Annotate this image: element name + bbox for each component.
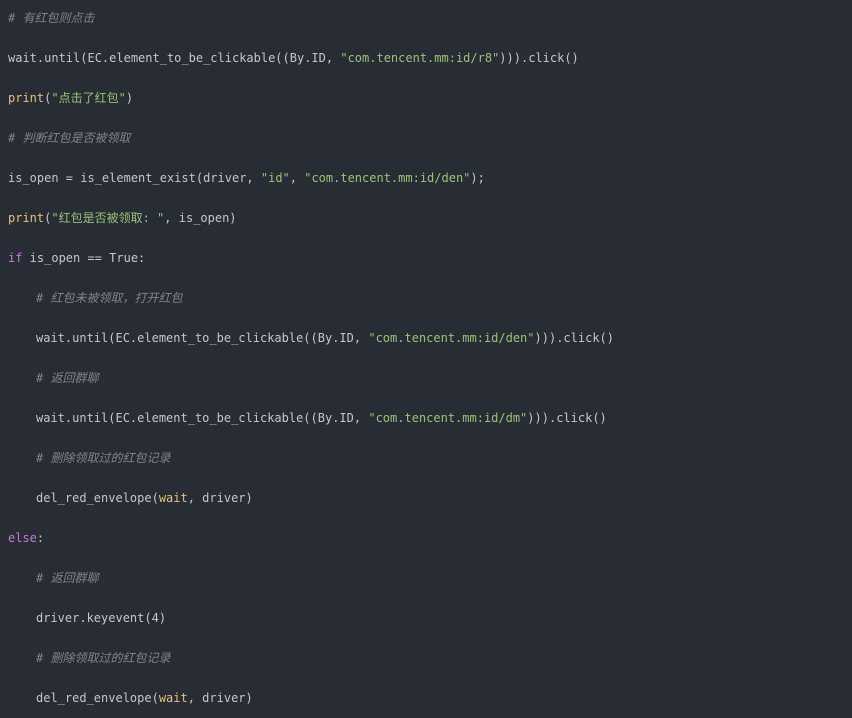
code-line: is_open = is_element_exist(driver, "id",… [8,171,485,185]
code-line: if is_open == True: [8,251,146,265]
code-block: # 有红包则点击 wait.until(EC.element_to_be_cli… [0,0,852,718]
code-line: wait.until(EC.element_to_be_clickable((B… [8,51,579,65]
code-line: print("点击了红包") [8,91,134,105]
code-comment: # 有红包则点击 [8,11,95,25]
code-comment: # 删除领取过的红包记录 [36,651,171,665]
code-line: del_red_envelope(wait, driver) [36,491,253,505]
code-line: wait.until(EC.element_to_be_clickable((B… [36,411,607,425]
code-line: del_red_envelope(wait, driver) [36,691,253,705]
code-comment: # 返回群聊 [36,371,99,385]
code-line: wait.until(EC.element_to_be_clickable((B… [36,331,614,345]
code-comment: # 返回群聊 [36,571,99,585]
code-comment: # 红包未被领取，打开红包 [36,291,183,305]
code-comment: # 删除领取过的红包记录 [36,451,171,465]
code-comment: # 判断红包是否被领取 [8,131,131,145]
code-line: driver.keyevent(4) [36,611,167,625]
code-line: else: [8,531,45,545]
code-line: print("红包是否被领取: ", is_open) [8,211,237,225]
